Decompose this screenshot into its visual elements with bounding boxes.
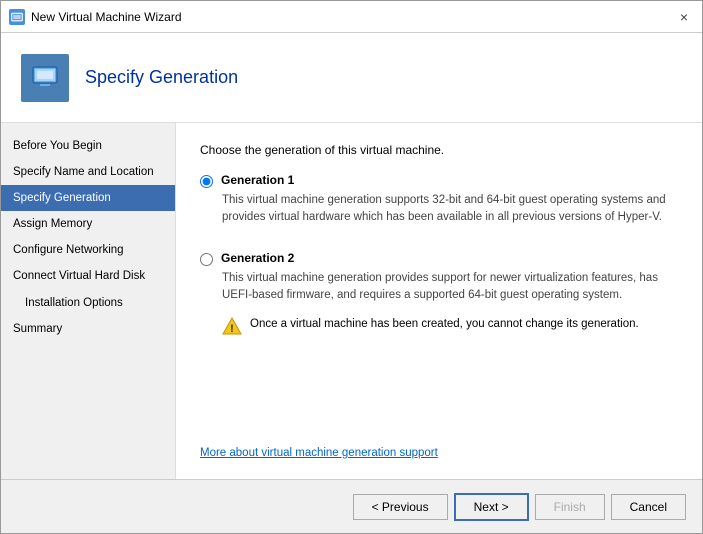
sidebar-item-configure-networking[interactable]: Configure Networking <box>1 237 175 263</box>
sidebar-item-specify-name[interactable]: Specify Name and Location <box>1 159 175 185</box>
sidebar-item-assign-memory[interactable]: Assign Memory <box>1 211 175 237</box>
wizard-header: Specify Generation <box>1 33 702 123</box>
generation1-option[interactable]: Generation 1 <box>200 173 678 188</box>
main-panel: Choose the generation of this virtual ma… <box>176 123 702 479</box>
generation1-group: Generation 1 This virtual machine genera… <box>200 173 678 239</box>
generation2-option[interactable]: Generation 2 <box>200 251 678 266</box>
generation1-description: This virtual machine generation supports… <box>222 192 678 227</box>
footer: < Previous Next > Finish Cancel <box>1 479 702 533</box>
sidebar-item-installation-options[interactable]: Installation Options <box>1 290 175 316</box>
link-area: More about virtual machine generation su… <box>200 425 678 459</box>
next-button[interactable]: Next > <box>454 493 529 521</box>
more-info-link[interactable]: More about virtual machine generation su… <box>200 447 438 459</box>
previous-button[interactable]: < Previous <box>353 494 448 520</box>
instruction-text: Choose the generation of this virtual ma… <box>200 143 678 157</box>
generation2-radio[interactable] <box>200 253 213 266</box>
generation2-label[interactable]: Generation 2 <box>221 251 294 265</box>
generation1-label[interactable]: Generation 1 <box>221 173 294 187</box>
sidebar-item-summary[interactable]: Summary <box>1 316 175 342</box>
warning-box: ! Once a virtual machine has been create… <box>222 316 678 336</box>
cancel-button[interactable]: Cancel <box>611 494 686 520</box>
sidebar-item-connect-vhd[interactable]: Connect Virtual Hard Disk <box>1 263 175 289</box>
window-icon <box>9 9 25 25</box>
warning-icon: ! <box>222 316 242 336</box>
content-area: Before You Begin Specify Name and Locati… <box>1 123 702 479</box>
generation2-group: Generation 2 This virtual machine genera… <box>200 251 678 337</box>
sidebar-item-specify-generation[interactable]: Specify Generation <box>1 185 175 211</box>
header-icon <box>21 54 69 102</box>
close-button[interactable]: × <box>674 7 694 27</box>
window-title: New Virtual Machine Wizard <box>31 10 674 24</box>
warning-text: Once a virtual machine has been created,… <box>250 316 639 333</box>
generation1-radio[interactable] <box>200 175 213 188</box>
finish-button[interactable]: Finish <box>535 494 605 520</box>
wizard-title: Specify Generation <box>85 67 238 88</box>
sidebar-item-before-you-begin[interactable]: Before You Begin <box>1 133 175 159</box>
svg-text:!: ! <box>230 323 234 335</box>
title-bar: New Virtual Machine Wizard × <box>1 1 702 33</box>
wizard-window: New Virtual Machine Wizard × Specify Gen… <box>0 0 703 534</box>
sidebar: Before You Begin Specify Name and Locati… <box>1 123 176 479</box>
generation2-description: This virtual machine generation provides… <box>222 270 678 305</box>
